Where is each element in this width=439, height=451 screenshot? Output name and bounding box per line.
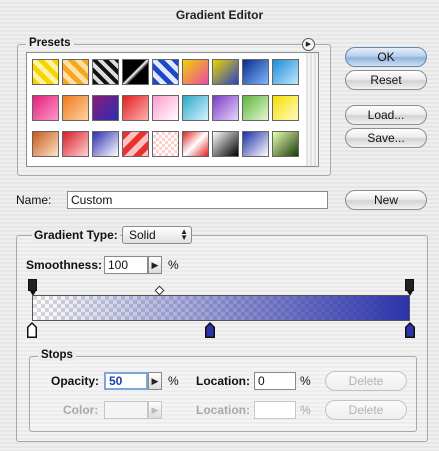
presets-menu-icon[interactable]: ▶ (302, 38, 315, 51)
opacity-stop-left[interactable] (28, 279, 37, 296)
color-location-label: Location: (196, 403, 250, 417)
load-button[interactable]: Load... (345, 105, 427, 125)
preset-swatch[interactable] (272, 131, 299, 157)
preset-swatch[interactable] (182, 95, 209, 121)
preset-swatch[interactable] (242, 95, 269, 121)
color-delete-button[interactable]: Delete (325, 400, 407, 420)
preset-swatch[interactable] (92, 95, 119, 121)
window-title: Gradient Editor (175, 8, 264, 22)
preset-swatch[interactable] (272, 95, 299, 121)
gradient-type-value: Solid (129, 228, 156, 242)
color-stepper-icon[interactable]: ▶ (148, 401, 162, 419)
popup-arrows-icon: ▲ ▼ (180, 227, 188, 242)
preset-swatch[interactable] (122, 95, 149, 121)
smoothness-stepper-icon[interactable]: ▶ (148, 256, 162, 274)
name-field[interactable]: Custom (67, 191, 328, 209)
gradient-type-select[interactable]: Solid ▲ ▼ (122, 226, 192, 244)
preset-swatch[interactable] (62, 131, 89, 157)
preset-swatch[interactable] (32, 59, 59, 85)
smoothness-unit: % (168, 258, 179, 272)
preset-swatch[interactable] (212, 59, 239, 85)
opacity-field[interactable]: 50 (104, 372, 148, 390)
color-stop-right[interactable] (405, 322, 415, 338)
opacity-label: Opacity: (51, 374, 100, 388)
smoothness-field[interactable]: 100 (104, 256, 148, 274)
color-location-unit: % (300, 403, 311, 417)
color-location-field[interactable] (254, 401, 296, 419)
preset-swatch[interactable] (122, 131, 149, 157)
opacity-location-unit: % (300, 374, 311, 388)
preset-swatch[interactable] (122, 59, 149, 85)
preset-swatch[interactable] (212, 131, 239, 157)
opacity-stop-right[interactable] (405, 279, 414, 296)
stops-label: Stops (38, 349, 76, 361)
presets-label: Presets (26, 37, 74, 49)
preset-swatch[interactable] (32, 131, 59, 157)
gradient-editor-window: Gradient Editor Presets ▶ OK Reset Load.… (0, 0, 439, 451)
preset-swatch[interactable] (152, 131, 179, 157)
name-label: Name: (16, 193, 52, 207)
save-button[interactable]: Save... (345, 128, 427, 148)
preset-swatch[interactable] (32, 95, 59, 121)
preset-swatch[interactable] (212, 95, 239, 121)
gradient-type-label: Gradient Type: (32, 228, 120, 242)
preset-swatch[interactable] (242, 131, 269, 157)
preset-swatch[interactable] (62, 59, 89, 85)
presets-scrollbar[interactable] (306, 52, 319, 167)
new-button[interactable]: New (345, 190, 427, 210)
opacity-location-field[interactable]: 0 (254, 372, 296, 390)
preset-swatch[interactable] (272, 59, 299, 85)
opacity-unit: % (168, 374, 179, 388)
preset-swatch[interactable] (242, 59, 269, 85)
color-label: Color: (63, 403, 99, 417)
stops-group (29, 356, 417, 432)
preset-swatch[interactable] (182, 131, 209, 157)
opacity-location-label: Location: (196, 374, 250, 388)
opacity-stepper-icon[interactable]: ▶ (148, 372, 162, 390)
preset-swatch[interactable] (92, 59, 119, 85)
opacity-delete-button[interactable]: Delete (325, 371, 407, 391)
preset-swatch[interactable] (182, 59, 209, 85)
color-stop-left[interactable] (27, 322, 37, 338)
preset-swatch[interactable] (152, 59, 179, 85)
ok-button[interactable]: OK (345, 47, 427, 67)
preset-swatch[interactable] (152, 95, 179, 121)
color-swatch-field[interactable] (104, 401, 148, 419)
color-midpoint-stop[interactable] (205, 322, 215, 338)
gradient-preview-bar[interactable] (32, 295, 410, 321)
preset-swatch[interactable] (92, 131, 119, 157)
smoothness-label: Smoothness: (26, 258, 103, 272)
reset-button[interactable]: Reset (345, 70, 427, 90)
preset-swatch[interactable] (62, 95, 89, 121)
presets-grid (26, 52, 308, 167)
